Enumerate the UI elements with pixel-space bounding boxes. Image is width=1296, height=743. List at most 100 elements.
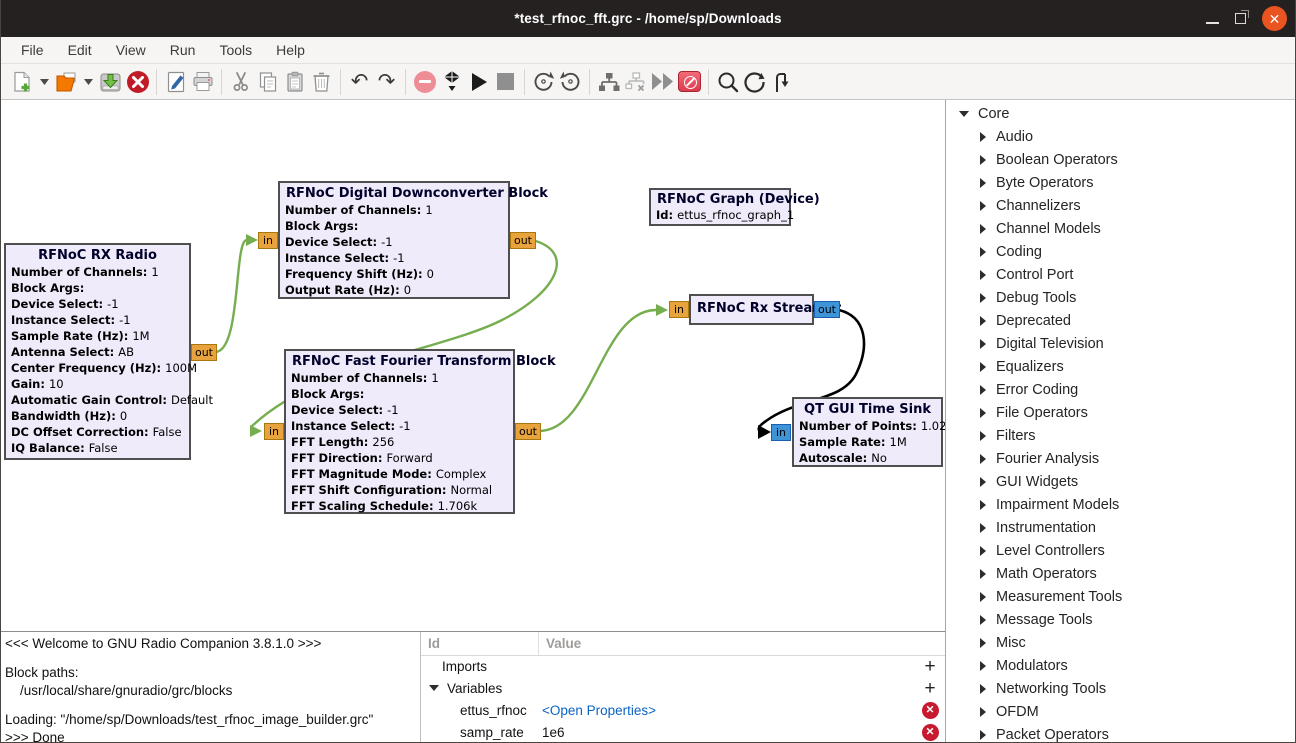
expander-down-icon[interactable] [429, 685, 439, 691]
tree-item[interactable]: Packet Operators [946, 723, 1295, 743]
reload-blocks-button[interactable] [741, 68, 768, 96]
menu-item[interactable]: File [9, 39, 56, 61]
goto-definition-button[interactable] [768, 68, 795, 96]
ddc-in-port[interactable]: in [258, 232, 278, 249]
block-library[interactable]: Core Audio Boolean Operators [946, 100, 1295, 743]
tree-item[interactable]: Deprecated [946, 309, 1295, 332]
find-block-button[interactable] [714, 68, 741, 96]
block-rfnoc-graph[interactable]: RFNoC Graph (Device) Id:ettus_rfnoc_grap… [649, 188, 791, 226]
open-hier-block-button[interactable] [622, 68, 649, 96]
imports-row[interactable]: Imports + [421, 656, 945, 678]
fft-in-port[interactable]: in [264, 423, 284, 440]
tree-item[interactable]: Level Controllers [946, 539, 1295, 562]
tree-item[interactable]: Error Coding [946, 378, 1295, 401]
expander-right-icon[interactable] [980, 178, 986, 188]
expander-right-icon[interactable] [980, 661, 986, 671]
rx-radio-out-port[interactable]: out [191, 344, 217, 361]
add-import-button[interactable]: + [921, 658, 939, 676]
expander-right-icon[interactable] [980, 270, 986, 280]
block-rfnoc-rx-radio[interactable]: RFNoC RX Radio Number of Channels:1Block… [4, 243, 191, 460]
remove-variable-button[interactable]: ✕ [921, 701, 939, 719]
expander-right-icon[interactable] [980, 523, 986, 533]
fast-forward-button[interactable] [649, 68, 676, 96]
paste-button[interactable] [281, 68, 308, 96]
expander-right-icon[interactable] [980, 730, 986, 740]
rx-streamer-in-port[interactable]: in [669, 301, 689, 318]
add-variable-button[interactable]: + [921, 679, 939, 697]
fft-out-port[interactable]: out [515, 423, 541, 440]
tree-item[interactable]: Channelizers [946, 194, 1295, 217]
expander-right-icon[interactable] [980, 385, 986, 395]
delete-button[interactable] [308, 68, 335, 96]
expander-right-icon[interactable] [980, 477, 986, 487]
menu-item[interactable]: Run [158, 39, 208, 61]
tree-item[interactable]: File Operators [946, 401, 1295, 424]
tree-item[interactable]: Coding [946, 240, 1295, 263]
tree-item[interactable]: Instrumentation [946, 516, 1295, 539]
variables-row[interactable]: Variables + [421, 678, 945, 700]
tree-item[interactable]: Control Port [946, 263, 1295, 286]
tree-item[interactable]: Debug Tools [946, 286, 1295, 309]
execute-flowgraph-button[interactable] [465, 68, 492, 96]
tree-item[interactable]: Byte Operators [946, 171, 1295, 194]
new-file-dropdown-button[interactable] [36, 68, 53, 96]
close-file-button[interactable] [124, 68, 151, 96]
open-properties-link[interactable]: <Open Properties> [542, 703, 656, 718]
block-qt-gui-time-sink[interactable]: QT GUI Time Sink Number of Points:1.024k… [792, 397, 943, 467]
tree-item[interactable]: Impairment Models [946, 493, 1295, 516]
tree-item[interactable]: Misc [946, 631, 1295, 654]
tree-item[interactable]: Fourier Analysis [946, 447, 1295, 470]
block-rfnoc-ddc[interactable]: RFNoC Digital Downconverter Block Number… [278, 181, 510, 299]
expander-right-icon[interactable] [980, 431, 986, 441]
expander-down-icon[interactable] [959, 111, 969, 117]
tree-item[interactable]: Message Tools [946, 608, 1295, 631]
menu-item[interactable]: View [104, 39, 158, 61]
kill-flowgraph-button[interactable] [492, 68, 519, 96]
toggle-disable-blocks-button[interactable] [676, 68, 703, 96]
copy-button[interactable] [254, 68, 281, 96]
expander-right-icon[interactable] [980, 592, 986, 602]
expander-right-icon[interactable] [980, 247, 986, 257]
expander-right-icon[interactable] [980, 684, 986, 694]
tree-item[interactable]: Modulators [946, 654, 1295, 677]
view-errors-button[interactable] [411, 68, 438, 96]
expander-right-icon[interactable] [980, 293, 986, 303]
expander-right-icon[interactable] [980, 707, 986, 717]
screen-capture-button[interactable] [162, 68, 189, 96]
tree-item[interactable]: Digital Television [946, 332, 1295, 355]
tree-item[interactable]: GUI Widgets [946, 470, 1295, 493]
minimize-icon[interactable] [1206, 22, 1219, 24]
ddc-out-port[interactable]: out [510, 232, 536, 249]
variable-row-ettus-rfnoc[interactable]: ettus_rfnoc <Open Properties> ✕ [421, 699, 945, 721]
rotate-clockwise-button[interactable] [557, 68, 584, 96]
tree-item[interactable]: Audio [946, 125, 1295, 148]
expander-right-icon[interactable] [980, 316, 986, 326]
cut-button[interactable] [227, 68, 254, 96]
tree-item[interactable]: Boolean Operators [946, 148, 1295, 171]
close-icon[interactable]: ✕ [1262, 6, 1287, 31]
tree-item[interactable]: Math Operators [946, 562, 1295, 585]
expander-right-icon[interactable] [980, 155, 986, 165]
expander-right-icon[interactable] [980, 201, 986, 211]
tree-item[interactable]: Measurement Tools [946, 585, 1295, 608]
connection-fft-to-streamer[interactable] [539, 310, 656, 431]
undo-button[interactable]: ↶ [346, 68, 373, 96]
time-sink-in-port[interactable]: in [771, 424, 791, 441]
block-rfnoc-fft[interactable]: RFNoC Fast Fourier Transform Block Numbe… [284, 349, 515, 514]
expander-right-icon[interactable] [980, 362, 986, 372]
block-rfnoc-rx-streamer[interactable]: RFNoC Rx Streamer [689, 294, 814, 325]
expander-right-icon[interactable] [980, 339, 986, 349]
menu-item[interactable]: Edit [56, 39, 104, 61]
open-file-dropdown-button[interactable] [80, 68, 97, 96]
expander-right-icon[interactable] [980, 408, 986, 418]
restore-icon[interactable] [1235, 13, 1246, 24]
flowgraph-canvas[interactable]: RFNoC RX Radio Number of Channels:1Block… [1, 100, 945, 631]
redo-button[interactable]: ↷ [373, 68, 400, 96]
tree-item[interactable]: Networking Tools [946, 677, 1295, 700]
tree-item-core[interactable]: Core [946, 102, 1295, 125]
expander-right-icon[interactable] [980, 638, 986, 648]
generate-flowgraph-button[interactable] [438, 68, 465, 96]
console-log[interactable]: <<< Welcome to GNU Radio Companion 3.8.1… [1, 632, 421, 743]
expander-right-icon[interactable] [980, 546, 986, 556]
print-button[interactable] [189, 68, 216, 96]
